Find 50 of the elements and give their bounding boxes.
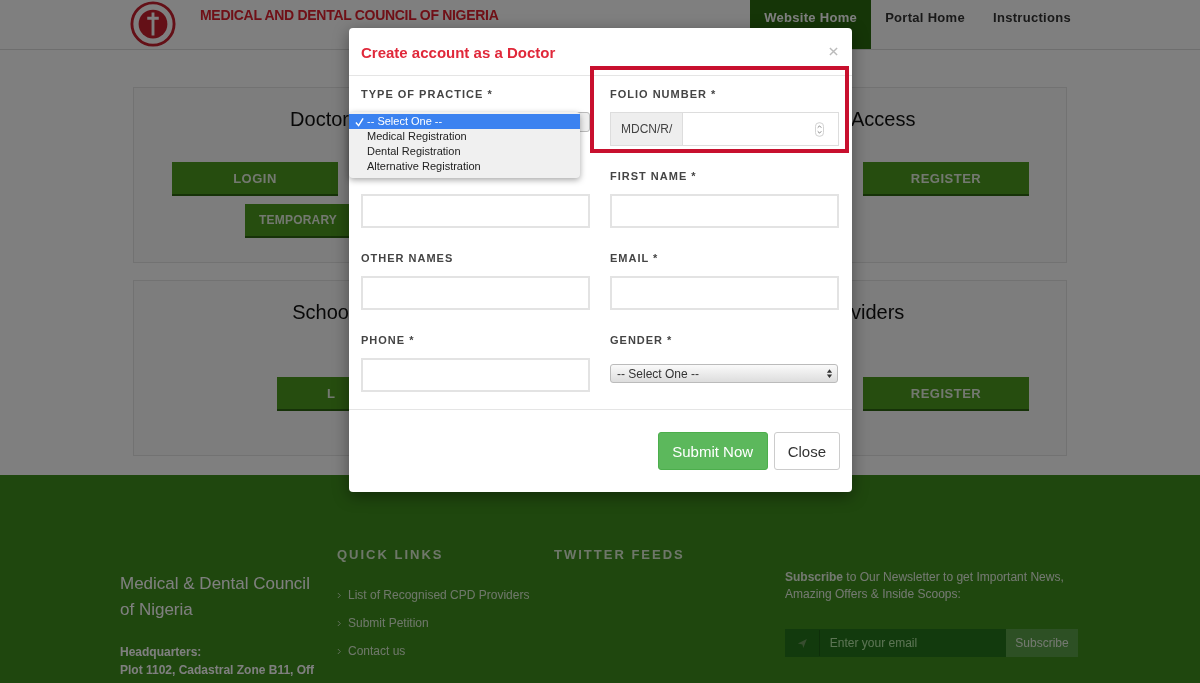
close-icon[interactable]: [829, 47, 838, 56]
chevron-icon: [337, 647, 342, 655]
hq-label: Headquarters:: [120, 645, 202, 659]
modal-title: Create account as a Doctor: [361, 44, 556, 61]
newsletter-text: Subscribe to Our Newsletter to get Important News, Amazing Offers & Inside Scoops:: [785, 569, 1065, 603]
field-label: TYPE OF PRACTICE *: [361, 88, 493, 101]
chevron-icon: [337, 591, 342, 599]
panel-title: Schoo: [292, 301, 349, 325]
footer-link[interactable]: List of Recognised CPD Providers: [337, 588, 530, 602]
dropdown-option[interactable]: Alternative Registration: [349, 159, 580, 174]
panel-title: Access: [851, 108, 916, 132]
panel-button[interactable]: REGISTER: [863, 377, 1029, 409]
nav-link[interactable]: Instructions: [979, 0, 1085, 49]
updown-icon: [826, 368, 833, 379]
panel-title: viders: [851, 301, 905, 325]
input-field[interactable]: [361, 194, 590, 228]
subscribe-button[interactable]: Subscribe: [1006, 629, 1078, 657]
panel-button[interactable]: REGISTER: [863, 162, 1029, 194]
section-heading: TWITTER FEEDS: [554, 547, 685, 562]
dropdown-option[interactable]: -- Select One --: [349, 114, 580, 129]
send-icon: [797, 637, 808, 649]
input-field[interactable]: [361, 358, 590, 392]
email-field[interactable]: Enter your email: [785, 629, 1006, 657]
nav-link[interactable]: Portal Home: [871, 0, 979, 49]
field-label: EMAIL *: [610, 252, 659, 265]
field-label: OTHER NAMES: [361, 252, 454, 265]
dropdown-option[interactable]: Dental Registration: [349, 144, 580, 159]
chevron-icon: [337, 619, 342, 627]
address-text: Plot 1102, Cadastral Zone B11, Off: [120, 663, 315, 677]
site-title: MEDICAL AND DENTAL COUNCIL OF NIGERIA: [200, 7, 499, 23]
section-heading: QUICK LINKS: [337, 547, 444, 562]
submit-button[interactable]: Submit Now: [657, 432, 768, 470]
select-field[interactable]: -- Select One --: [610, 364, 838, 383]
field-label: GENDER *: [610, 334, 673, 347]
input-field[interactable]: [610, 276, 839, 310]
footer-link[interactable]: Submit Petition: [337, 616, 429, 630]
org-name: Medical & Dental Council of Nigeria: [120, 573, 311, 621]
field-label: FOLIO NUMBER *: [610, 88, 717, 101]
footer-link[interactable]: Contact us: [337, 644, 406, 658]
panel-title: Doctor: [290, 108, 349, 132]
input-field[interactable]: [610, 194, 839, 228]
check-icon: [354, 116, 364, 127]
input-field[interactable]: [361, 276, 590, 310]
dropdown-option[interactable]: Medical Registration: [349, 129, 580, 144]
panel-button[interactable]: LOGIN: [172, 162, 338, 194]
close-button[interactable]: Close: [773, 432, 840, 470]
panel-button[interactable]: TEMPORARY: [245, 204, 349, 236]
panel-button[interactable]: L: [277, 377, 349, 409]
field-label: FIRST NAME *: [610, 170, 697, 183]
field-label: PHONE *: [361, 334, 415, 347]
